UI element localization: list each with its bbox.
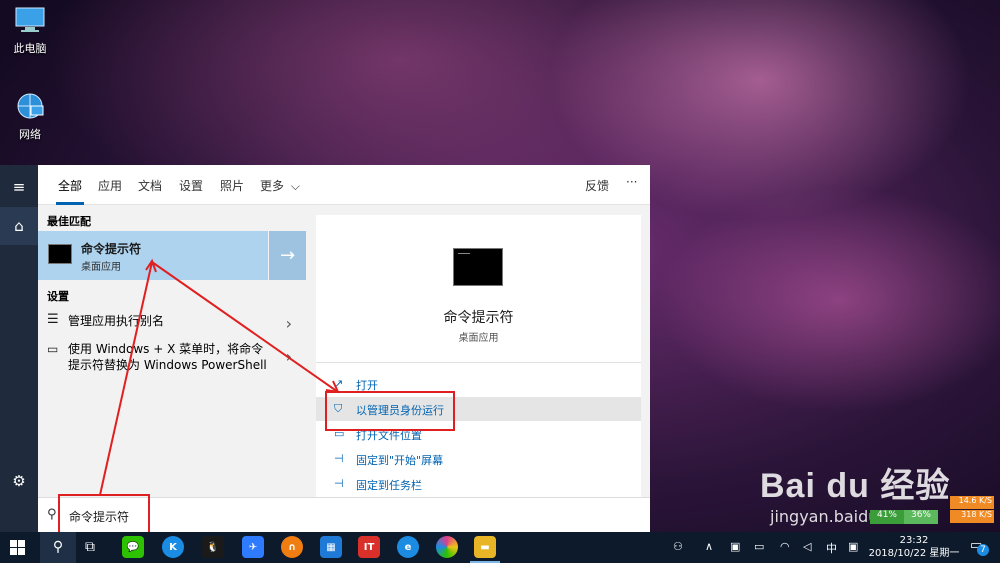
wechat-icon[interactable]: 💬 (122, 536, 144, 558)
windows-start-icon[interactable] (10, 540, 25, 555)
k-app-icon[interactable]: K (162, 536, 184, 558)
clock[interactable]: 23:32 2018/10/22 星期一 (868, 534, 960, 560)
swift-app-icon[interactable]: ✈ (242, 536, 264, 558)
clock-time: 23:32 (899, 535, 929, 546)
app-tray-icon[interactable]: ▣ (730, 540, 740, 553)
orange-app-icon[interactable]: ∩ (281, 536, 303, 558)
volume-icon[interactable]: ◁ (803, 540, 811, 553)
taskbar: ⚲ ⧉ 💬 K 🐧 ✈ ∩ ▦ IT e ▬ ⚇ ∧ ▣ ▭ ◠ ◁ 中 ▣ 2… (0, 532, 1000, 563)
wifi-icon[interactable]: ◠ (780, 540, 790, 553)
color-wheel-app-icon[interactable] (436, 536, 458, 558)
cpu-usage: 41% (870, 510, 904, 524)
clock-date: 2018/10/22 星期一 (868, 548, 960, 559)
memory-usage: 36% (904, 510, 938, 524)
download-speed: 318 K/S (950, 510, 994, 523)
task-view-icon[interactable]: ⧉ (85, 539, 95, 555)
office-app-icon[interactable]: ▦ (320, 536, 342, 558)
ime-indicator[interactable]: 中 (826, 540, 837, 556)
notification-center-icon[interactable]: ▭ 7 (970, 538, 989, 556)
edge-browser-icon[interactable]: e (397, 536, 419, 558)
chevron-up-icon[interactable]: ∧ (705, 540, 713, 553)
file-explorer-icon[interactable]: ▬ (474, 536, 496, 558)
it-app-icon[interactable]: IT (358, 536, 380, 558)
people-icon[interactable]: ⚇ (673, 540, 683, 553)
network-monitor-widget: 41% 36% 14.6 K/S 318 K/S (870, 492, 994, 524)
notification-count-badge: 7 (977, 544, 989, 556)
battery-icon[interactable]: ▭ (754, 540, 764, 553)
search-taskbar-icon[interactable]: ⚲ (40, 532, 76, 563)
qq-icon[interactable]: 🐧 (202, 536, 224, 558)
ime-mode-icon[interactable]: ▣ (848, 540, 858, 553)
upload-speed: 14.6 K/S (950, 496, 994, 509)
